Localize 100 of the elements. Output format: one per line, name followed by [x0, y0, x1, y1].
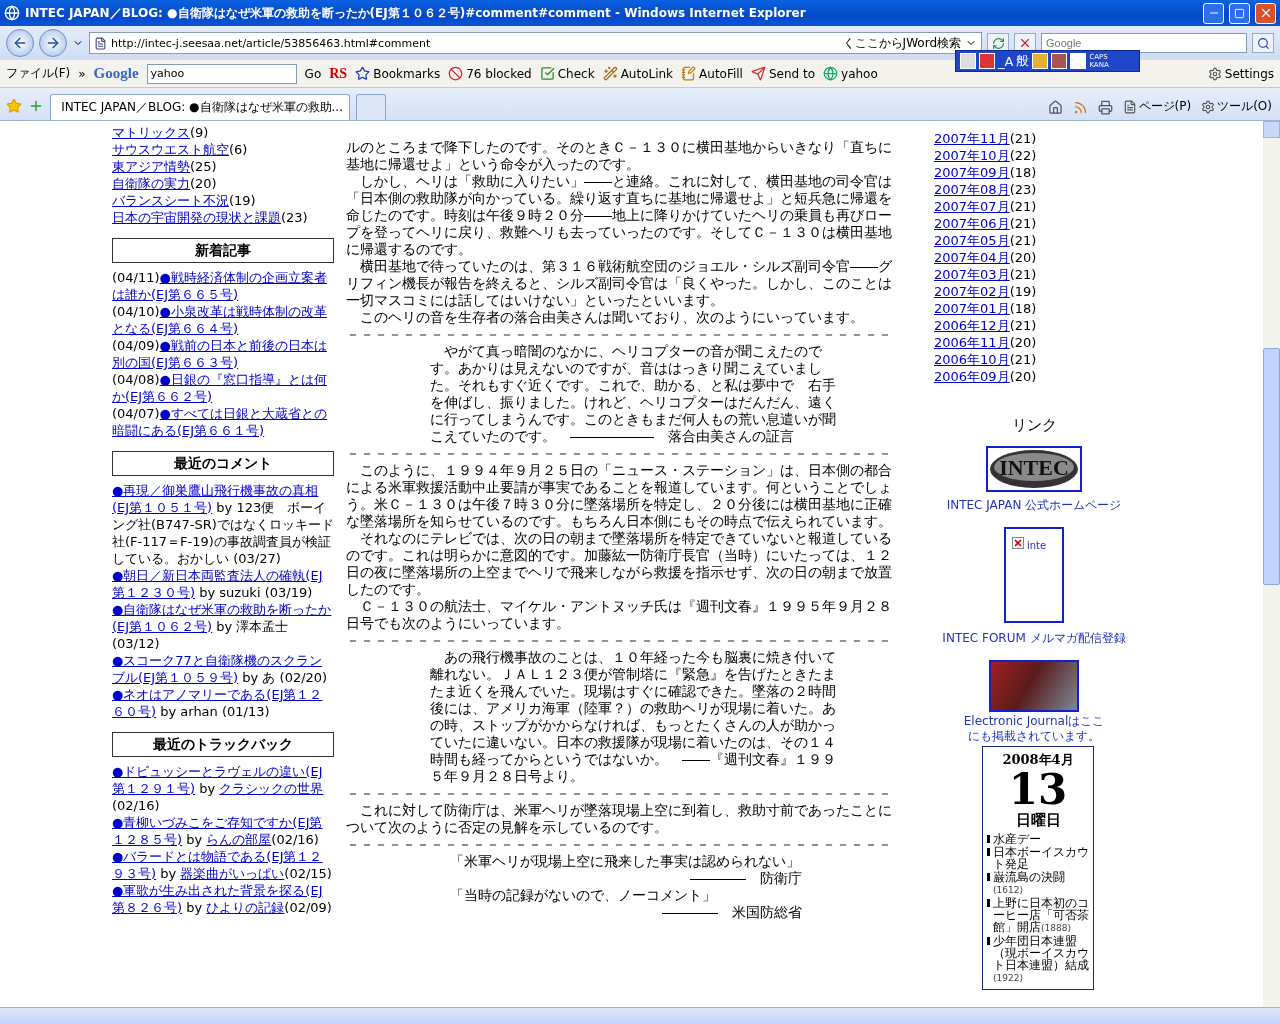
recent-comment-entry[interactable]: ●自衛隊はなぜ米軍の救助を断ったか(EJ第１０６２号) by 澤本孟士 (03/12)	[112, 601, 334, 652]
settings-icon	[1207, 66, 1222, 81]
add-favorite-icon[interactable]	[28, 98, 44, 114]
notepad-icon	[681, 66, 697, 81]
archive-link[interactable]: 2007年08月	[934, 182, 1010, 197]
broken-image-icon	[1012, 537, 1024, 549]
google-search-field[interactable]: yahoo	[146, 63, 297, 84]
article-paragraph: それなのにテレビでは、次の日の朝まで墜落場所を特定できていないと報道しているのです。これは明らかに意図的です。加藤紘一防衛庁長官（当時）にいたっては、１２日の夜に墜落場所の上空までヘリで飛来しながら救援を指示せず、次の日の朝まで放置したのです。	[346, 530, 892, 598]
toolbar-item[interactable]: yahoo	[823, 66, 878, 81]
home-icon	[1047, 100, 1063, 115]
archive-link[interactable]: 2007年03月	[934, 267, 1010, 282]
vertical-scrollbar[interactable]	[1263, 121, 1280, 1007]
file-menu[interactable]: ファイル(F)	[6, 65, 71, 82]
recent-comment-entry[interactable]: ●ネオはアノマリーである(EJ第１２６０号) by arhan (01/13)	[112, 686, 334, 720]
recent-trackback-entry[interactable]: ●軍歌が生み出された背景を探る(EJ第８２６号) by ひよりの記録(02/09)	[112, 882, 334, 916]
star-icon	[355, 66, 371, 81]
recent-article-entry[interactable]: (04/10)●小泉改革は戦時体制の改革となる(EJ第６６４号)	[112, 303, 334, 337]
category-link[interactable]: サウスウエスト航空	[112, 142, 229, 157]
archive-link[interactable]: 2006年12月	[934, 318, 1010, 333]
recent-article-entry[interactable]: (04/11)●戦時経済体制の企画立案者は誰か(EJ第６６５号)	[112, 269, 334, 303]
forward-arrow-icon	[45, 35, 61, 51]
category-link[interactable]: 東アジア情勢	[112, 159, 190, 174]
ime-conversion[interactable]: 般	[1016, 52, 1030, 70]
link-caption[interactable]: Electronic Journalはここにも掲載されています。	[959, 714, 1109, 744]
category-count: (6)	[229, 142, 248, 157]
recent-article-entry[interactable]: (04/08)●日銀の『窓口指導』とは何か(EJ第６６２号)	[112, 371, 334, 405]
toolbar-item[interactable]: AutoFill	[681, 66, 743, 81]
browser-tab[interactable]: INTEC JAPAN／BLOG: ●自衛隊はなぜ米軍の救助...	[50, 94, 350, 120]
category-count: (25)	[190, 159, 217, 174]
scrollbar-thumb[interactable]	[1263, 348, 1280, 585]
quoted-statement: 「米軍ヘリが現場上空に飛来した事実は認められない」	[450, 853, 801, 870]
horizontal-scrollbar[interactable]	[0, 1007, 1280, 1024]
bullet-icon	[987, 937, 990, 945]
back-button[interactable]	[6, 29, 34, 57]
calendar-event: 上野に日本初のコーヒー店「可否茶館」開店(1888)	[993, 897, 1089, 934]
category-link[interactable]: 自衛隊の実力	[112, 176, 190, 191]
archive-link[interactable]: 2007年06月	[934, 216, 1010, 231]
recent-article-entry[interactable]: (04/07)●すべては日銀と大蔵省との暗闘にある(EJ第６６１号)	[112, 405, 334, 439]
archive-link[interactable]: 2007年07月	[934, 199, 1010, 214]
minimize-button[interactable]	[1203, 2, 1224, 24]
statement-source: ―――― 米国防総省	[661, 904, 802, 921]
spellcheck-icon	[539, 66, 555, 81]
link-caption[interactable]: INTEC FORUM メルマガ配信登録	[939, 631, 1129, 646]
recent-trackback-entry[interactable]: ●ドビュッシーとラヴェルの違い(EJ第１２９１号) by クラシックの世界 (02/16)	[112, 763, 334, 814]
toolbar-item[interactable]: 76 blocked	[448, 66, 532, 81]
recent-comment-entry[interactable]: ●再現／御巣鷹山飛行機事故の真相(EJ第１０５１号) by 123便 ボーイング社(B747-SR)ではなくロッキード社(F-117＝F-19)の事故調査員が検証している。おかしい (03/27)	[112, 482, 334, 567]
forward-button[interactable]	[39, 29, 67, 57]
page-icon	[1122, 99, 1137, 114]
toolbar-chevron[interactable]: »	[78, 66, 86, 81]
archive-link[interactable]: 2007年01月	[934, 301, 1010, 316]
category-link[interactable]: 日本の宇宙開発の現状と課題	[112, 210, 281, 225]
archive-link[interactable]: 2007年09月	[934, 165, 1010, 180]
recent-comment-entry[interactable]: ●朝日／新日本両監査法人の確執(EJ第１２３０号) by suzuki (03/19)	[112, 567, 334, 601]
close-button[interactable]	[1255, 2, 1276, 24]
maximize-button[interactable]	[1229, 2, 1250, 24]
refresh-button[interactable]	[987, 33, 1009, 53]
archive-count: (21)	[1009, 267, 1037, 282]
archive-count: (20)	[1009, 335, 1037, 350]
broken-image[interactable]: inte	[1004, 527, 1064, 623]
search-field[interactable]: Google	[1041, 33, 1247, 53]
toolbar-item[interactable]: Bookmarks	[355, 66, 441, 81]
archive-link[interactable]: 2007年10月	[934, 148, 1010, 163]
search-button[interactable]	[1252, 33, 1274, 53]
recent-article-entry[interactable]: (04/09)●戦前の日本と前後の日本は別の国(EJ第６６３号)	[112, 337, 334, 371]
archive-link[interactable]: 2007年11月	[934, 131, 1010, 146]
printer-icon	[1097, 100, 1113, 115]
recent-comment-entry[interactable]: ●スコーク77と自衛隊機のスクランブル(EJ第１０５９号) by あ (02/20)	[112, 652, 334, 686]
go-button[interactable]: Go	[304, 66, 322, 81]
category-link[interactable]: バランスシート不況	[112, 193, 229, 208]
recent-trackback-entry[interactable]: ●青柳いづみこをご存知ですか(EJ第１２８５号) by らんの部屋(02/16)	[112, 814, 334, 848]
section-heading: 新着記事	[112, 238, 334, 263]
toolbar-item[interactable]: AutoLink	[602, 66, 674, 81]
section-heading: 最近のトラックバック	[112, 732, 334, 757]
address-field[interactable]: http://intec-j.seesaa.net/article/53856463.html#comment くここからJWord検索	[89, 32, 982, 54]
archive-link[interactable]: 2006年10月	[934, 352, 1010, 367]
archive-count: (19)	[1009, 284, 1037, 299]
settings-button[interactable]: Settings	[1207, 66, 1274, 81]
toolbar-item[interactable]: Send to	[750, 66, 816, 81]
ime-mode[interactable]: _A	[998, 53, 1014, 69]
tools-menu[interactable]: ツール(O)	[1199, 98, 1274, 115]
category-link[interactable]: マトリックス	[112, 125, 190, 140]
archive-link[interactable]: 2006年09月	[934, 369, 1010, 384]
calendar-event: 巌流島の決闘 (1612)	[993, 871, 1066, 896]
toolbar-item[interactable]: Check	[539, 66, 595, 81]
archive-count: (21)	[1009, 233, 1037, 248]
link-caption[interactable]: INTEC JAPAN 公式ホームページ	[939, 498, 1129, 513]
archive-link[interactable]: 2007年05月	[934, 233, 1010, 248]
quoted-statement: 「当時の記録がないので、ノーコメント」	[450, 887, 717, 904]
logo-image[interactable]: INTEC	[986, 446, 1082, 492]
rs-button[interactable]: RS	[329, 65, 348, 82]
page-icon	[94, 36, 107, 50]
archive-count: (21)	[1009, 216, 1037, 231]
archive-link[interactable]: 2007年04月	[934, 250, 1010, 265]
archive-link[interactable]: 2007年02月	[934, 284, 1010, 299]
send-icon	[750, 66, 766, 81]
banner-image[interactable]	[989, 660, 1079, 712]
recent-trackback-entry[interactable]: ●バラードとは物語である(EJ第１２９３号) by 器楽曲がいっぱい(02/15)	[112, 848, 334, 882]
archive-link[interactable]: 2006年11月	[934, 335, 1010, 350]
stop-button[interactable]	[1014, 33, 1036, 53]
page-menu[interactable]: ページ(P)	[1120, 98, 1194, 115]
